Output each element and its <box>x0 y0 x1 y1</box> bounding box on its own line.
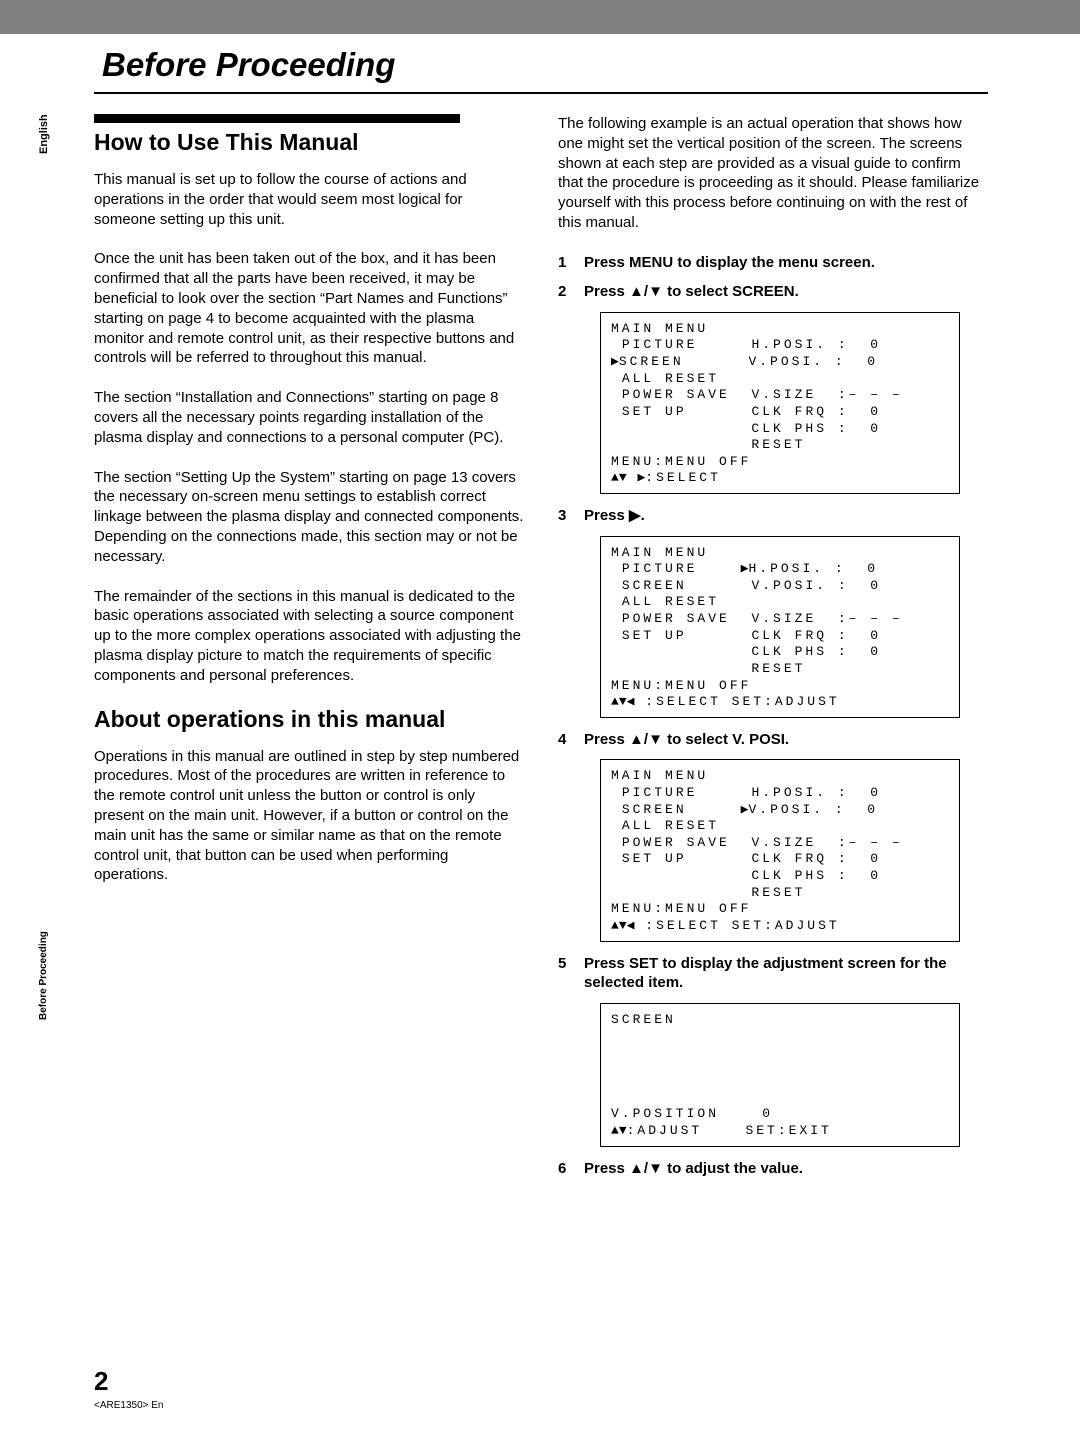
intro-para-1: This manual is set up to follow the cour… <box>94 170 524 229</box>
chapter-rule <box>94 92 988 94</box>
right-icon <box>611 354 619 369</box>
heading-bar <box>94 114 460 123</box>
up-icon <box>611 918 619 933</box>
about-ops-para: Operations in this manual are outlined i… <box>94 747 524 886</box>
down-icon <box>619 918 627 933</box>
osd-screen-2: MAIN MENU PICTURE H.POSI. : 0 SCREEN V.P… <box>600 536 960 718</box>
topbar <box>0 0 1080 34</box>
left-icon <box>627 694 635 709</box>
section-tab: Before Proceeding <box>38 841 49 930</box>
right-column: The following example is an actual opera… <box>558 114 988 1188</box>
down-icon <box>648 731 663 748</box>
step-text: Press / to select SCREEN. <box>584 282 988 302</box>
step-3: 3 Press . <box>558 506 988 526</box>
step-2: 2 Press / to select SCREEN. <box>558 282 988 302</box>
down-icon <box>648 1160 663 1177</box>
left-icon <box>627 918 635 933</box>
about-ops-heading: About operations in this manual <box>94 706 524 733</box>
step-text: Press SET to display the adjustment scre… <box>584 954 988 993</box>
up-icon <box>611 694 619 709</box>
up-icon <box>629 1160 644 1177</box>
up-icon <box>629 283 644 300</box>
step-5: 5 Press SET to display the adjustment sc… <box>558 954 988 993</box>
step-number: 3 <box>558 507 572 524</box>
chapter-title: Before Proceeding <box>102 46 395 84</box>
step-1: 1 Press MENU to display the menu screen. <box>558 253 988 273</box>
osd-screen-3: MAIN MENU PICTURE H.POSI. : 0 SCREEN V.P… <box>600 759 960 941</box>
intro-para-5: The remainder of the sections in this ma… <box>94 587 524 686</box>
step-number: 5 <box>558 955 572 972</box>
document-id: <ARE1350> En <box>94 1400 164 1411</box>
example-intro: The following example is an actual opera… <box>558 114 988 233</box>
step-number: 6 <box>558 1160 572 1177</box>
step-text: Press / to adjust the value. <box>584 1159 988 1179</box>
osd-adjust-screen: SCREEN V.POSITION 0 :ADJUST SET:EXIT <box>600 1003 960 1147</box>
step-number: 2 <box>558 283 572 300</box>
step-text: Press MENU to display the menu screen. <box>584 253 988 273</box>
intro-para-3: The section “Installation and Connection… <box>94 388 524 447</box>
left-column: How to Use This Manual This manual is se… <box>94 114 524 1188</box>
right-icon <box>629 507 641 524</box>
how-to-use-heading: How to Use This Manual <box>94 129 524 156</box>
language-tab: English <box>38 110 88 124</box>
up-icon <box>611 1123 619 1138</box>
down-icon <box>619 694 627 709</box>
step-4: 4 Press / to select V. POSI. <box>558 730 988 750</box>
step-number: 4 <box>558 731 572 748</box>
down-icon <box>619 1123 627 1138</box>
step-number: 1 <box>558 254 572 271</box>
step-text: Press / to select V. POSI. <box>584 730 988 750</box>
up-icon <box>629 731 644 748</box>
down-icon <box>648 283 663 300</box>
up-icon <box>611 470 619 485</box>
osd-screen-1: MAIN MENU PICTURE H.POSI. : 0 SCREEN V.P… <box>600 312 960 494</box>
page-number: 2 <box>94 1366 108 1397</box>
intro-para-4: The section “Setting Up the System” star… <box>94 468 524 567</box>
down-icon <box>619 470 627 485</box>
intro-para-2: Once the unit has been taken out of the … <box>94 249 524 368</box>
step-6: 6 Press / to adjust the value. <box>558 1159 988 1179</box>
step-text: Press . <box>584 506 988 526</box>
